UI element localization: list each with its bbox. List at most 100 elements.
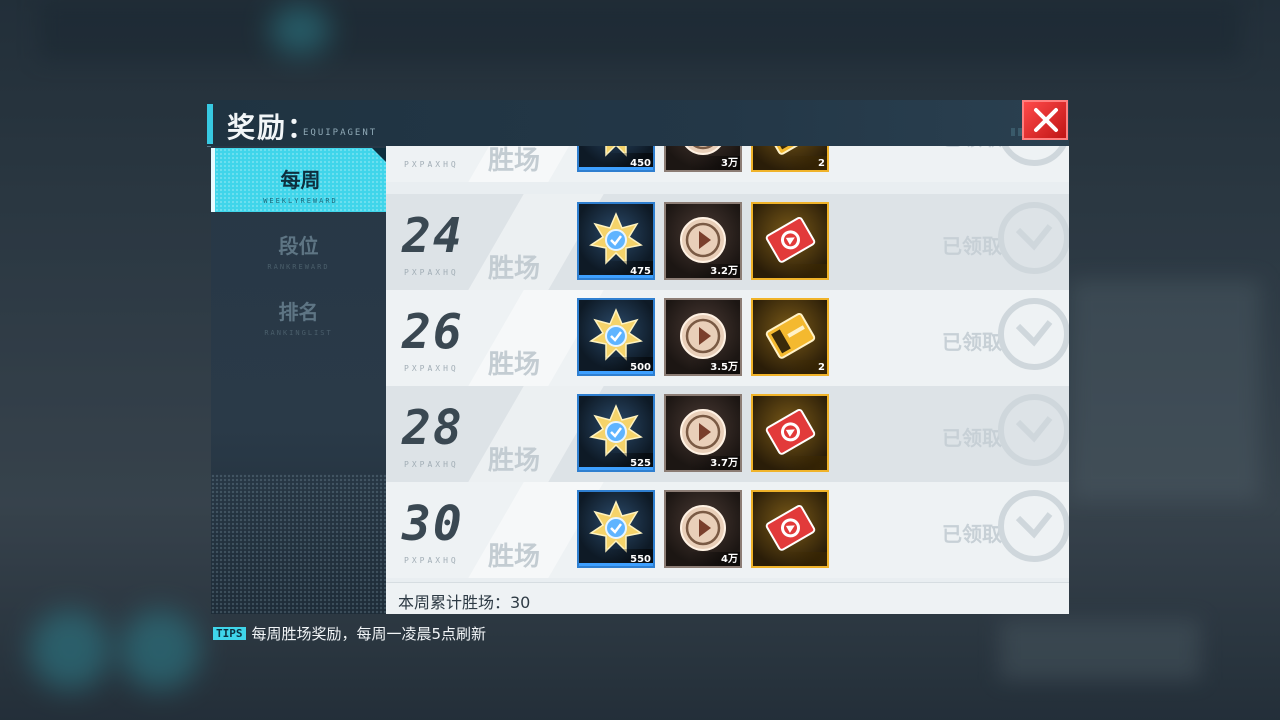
item-quantity: 3.5万 [710,362,738,373]
claimed-check [998,202,1069,274]
footer: 本周累计胜场：30 [386,582,1069,614]
claimed-check [998,490,1069,562]
star-badge-icon [589,308,643,361]
wins-label: 胜场 [488,146,541,176]
item-quantity: 3.7万 [710,458,738,469]
wins-required: 28 [402,400,464,456]
wins-label: 胜场 [488,254,541,284]
item-quantity: 3万 [721,158,738,169]
claimed-check [998,146,1069,166]
row-sublabel: PXPAXHQ [404,460,459,469]
item-quantity: 475 [630,266,651,277]
close-button[interactable] [1022,100,1068,140]
quantity-bar [753,360,827,374]
tips-bar: TIPS 每周胜场奖励，每周一凌晨5点刷新 [213,623,486,643]
reward-item[interactable]: 550 [577,490,655,568]
reward-item[interactable] [751,490,829,568]
reward-item[interactable]: 2 [751,298,829,376]
coin-icon [680,409,726,455]
star-badge-icon [589,212,643,265]
close-icon [1034,108,1058,132]
reward-item[interactable]: 2 [751,146,829,172]
wins-required: 24 [402,208,464,264]
reward-item[interactable] [751,394,829,472]
item-quantity: 500 [630,362,651,373]
star-badge-icon [589,404,643,457]
claimed-status: 已领取 [942,146,1002,151]
coin-icon [680,217,726,263]
star-badge-icon [589,500,643,553]
claimed-status: 已领取 [942,330,1002,354]
item-quantity: 4万 [721,554,738,565]
reward-row: 22 PXPAXHQ 胜场 450 3万 2 已领取 [386,146,1069,182]
wins-required: 26 [402,304,464,360]
tab-weekly[interactable]: 每周 WEEKLYREWARD [211,148,386,212]
dialog-title: 奖励： [227,111,318,144]
reward-row: 28 PXPAXHQ 胜场 525 3.7万 已领取 [386,386,1069,482]
tips-text: 每周胜场奖励，每周一凌晨5点刷新 [251,625,487,643]
tab-rank[interactable]: 段位 RANKREWARD [211,214,386,278]
reward-item[interactable]: 4万 [664,490,742,568]
tab-sublabel: RANKREWARD [267,263,330,271]
red-ticket-icon [765,408,816,455]
claimed-check [998,298,1069,370]
check-icon [1015,320,1053,347]
check-icon [1015,416,1053,443]
quantity-bar [753,456,827,470]
reward-row: 30 PXPAXHQ 胜场 550 4万 已领取 [386,482,1069,578]
tab-label: 排名 [278,300,319,324]
claimed-status: 已领取 [942,234,1002,258]
claimed-status: 已领取 [942,522,1002,546]
dialog-subtitle: EQUIPAGENT [303,128,378,138]
wins-label: 胜场 [488,446,541,476]
reward-item[interactable] [751,202,829,280]
weekly-wins-total: 本周累计胜场：30 [398,593,531,612]
reward-item[interactable]: 475 [577,202,655,280]
check-icon [1015,512,1053,539]
wins-required: 30 [402,496,464,552]
reward-row: 24 PXPAXHQ 胜场 475 3.2万 已领取 [386,194,1069,290]
gold-ticket-icon [765,312,816,359]
reward-item[interactable]: 500 [577,298,655,376]
item-quantity: 2 [818,158,825,169]
quantity-bar [753,552,827,566]
dialog-header: 奖励： EQUIPAGENT [207,100,1069,147]
red-ticket-icon [765,504,816,551]
sidebar-pattern [211,474,386,614]
tab-sublabel: WEEKLYREWARD [263,197,338,205]
item-quantity: 550 [630,554,651,565]
quantity-bar [753,264,827,278]
coin-icon [680,313,726,359]
item-quantity: 450 [630,158,651,169]
rewards-dialog: 奖励： EQUIPAGENT 每周 WEEKLYREWARD 段位 RANKRE… [207,100,1069,615]
wins-label: 胜场 [488,350,541,380]
coin-icon [680,505,726,551]
sidebar: 每周 WEEKLYREWARD 段位 RANKREWARD 排名 RANKING… [211,146,386,614]
wins-label: 胜场 [488,542,541,572]
row-sublabel: PXPAXHQ [404,556,459,565]
item-quantity: 525 [630,458,651,469]
quantity-bar [753,156,827,170]
item-quantity: 3.2万 [710,266,738,277]
row-sublabel: PXPAXHQ [404,268,459,277]
tips-badge: TIPS [213,627,246,640]
red-ticket-icon [765,216,816,263]
tab-sublabel: RANKINGLIST [264,329,333,337]
row-sublabel: PXPAXHQ [404,364,459,373]
reward-item[interactable]: 450 [577,146,655,172]
reward-item[interactable]: 525 [577,394,655,472]
item-quantity: 2 [818,362,825,373]
reward-item[interactable]: 3万 [664,146,742,172]
reward-row: 26 PXPAXHQ 胜场 500 3.5万 2 已领取 [386,290,1069,386]
tab-label: 每周 [280,168,321,192]
row-sublabel: PXPAXHQ [404,160,459,169]
claimed-check [998,394,1069,466]
rewards-list[interactable]: 22PXPAXHQ胜场4503万2已领取24PXPAXHQ胜场4753.2万已领… [386,146,1069,614]
wins-required: 22 [402,146,464,156]
tab-ranking[interactable]: 排名 RANKINGLIST [211,280,386,344]
claimed-status: 已领取 [942,426,1002,450]
reward-item[interactable]: 3.7万 [664,394,742,472]
tab-label: 段位 [278,234,319,258]
reward-item[interactable]: 3.2万 [664,202,742,280]
reward-item[interactable]: 3.5万 [664,298,742,376]
